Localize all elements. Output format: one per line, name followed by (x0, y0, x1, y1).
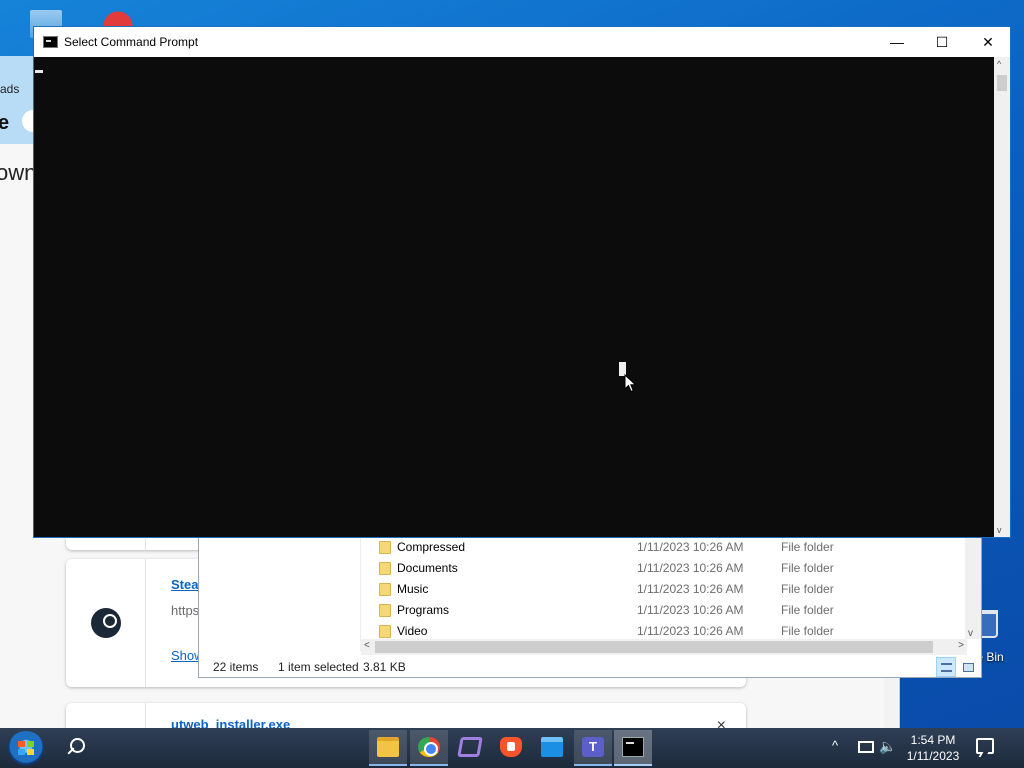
file-type: File folder (781, 624, 834, 638)
show-hidden-icons-chevron-icon[interactable]: ^ (832, 738, 848, 758)
downloads-heading: own (0, 160, 37, 185)
minimize-button[interactable]: — (874, 27, 920, 57)
selection-size: 3.81 KB (363, 660, 406, 674)
file-row[interactable]: Programs 1/11/2023 10:26 AM File folder (379, 602, 959, 623)
file-name: Compressed (397, 540, 466, 554)
file-type: File folder (781, 603, 834, 617)
folder-icon (379, 625, 391, 638)
taskbar-brave[interactable] (492, 730, 530, 766)
file-row[interactable]: Music 1/11/2023 10:26 AM File folder (379, 581, 959, 602)
window-title-bar[interactable]: Select Command Prompt — ☐ ✕ (34, 27, 1010, 57)
console-area[interactable] (34, 57, 994, 537)
file-name: Video (397, 624, 428, 638)
taskbar-teams[interactable]: T (574, 730, 612, 766)
brave-icon (500, 737, 522, 757)
file-explorer-window: Compressed 1/11/2023 10:26 AM File folde… (198, 530, 982, 678)
steam-icon (91, 608, 121, 638)
system-clock[interactable]: 1:54 PM 1/11/2023 (900, 732, 966, 764)
store-icon (541, 737, 563, 757)
file-name: Documents (397, 561, 458, 575)
chrome-icon (418, 737, 440, 757)
file-date: 1/11/2023 10:26 AM (637, 603, 744, 617)
console-vertical-scrollbar[interactable]: ^ v (994, 57, 1010, 537)
window-title: Select Command Prompt (64, 35, 199, 49)
status-bar: 22 items 1 item selected 3.81 KB (199, 657, 981, 677)
clock-time: 1:54 PM (910, 733, 956, 747)
details-view-button[interactable] (936, 657, 956, 677)
scroll-down-arrow[interactable]: v (968, 628, 973, 639)
download-source-url: https (171, 603, 200, 618)
browser-tab-label[interactable]: ads (0, 82, 19, 96)
folder-icon (379, 583, 391, 596)
file-type: File folder (781, 561, 834, 575)
scrollbar-thumb[interactable] (375, 641, 933, 653)
file-date: 1/11/2023 10:26 AM (637, 582, 744, 596)
taskbar-command-prompt[interactable] (614, 730, 652, 766)
file-list-horizontal-scrollbar[interactable]: < > (361, 639, 967, 655)
scroll-down-arrow[interactable]: v (997, 525, 1002, 535)
file-row[interactable]: Compressed 1/11/2023 10:26 AM File folde… (379, 539, 959, 560)
search-icon[interactable] (64, 736, 88, 760)
details-view-icon (941, 663, 952, 672)
folder-icon (379, 562, 391, 575)
clock-date: 1/11/2023 (906, 749, 960, 763)
taskbar-file-explorer[interactable] (369, 730, 407, 766)
download-file-link[interactable]: Stea (171, 577, 198, 592)
file-row[interactable]: Documents 1/11/2023 10:26 AM File folder (379, 560, 959, 581)
maximize-button[interactable]: ☐ (919, 27, 965, 57)
close-button[interactable]: ✕ (965, 27, 1011, 57)
large-icons-view-button[interactable] (958, 657, 978, 677)
volume-icon[interactable]: 🔈 (879, 738, 897, 756)
file-explorer-icon (377, 737, 399, 757)
taskbar-store[interactable] (533, 730, 571, 766)
network-icon[interactable] (856, 739, 874, 755)
file-date: 1/11/2023 10:26 AM (637, 561, 744, 575)
file-date: 1/11/2023 10:26 AM (637, 624, 744, 638)
scroll-left-arrow[interactable]: < (364, 640, 370, 651)
folder-icon (379, 541, 391, 554)
navigation-pane[interactable] (199, 531, 361, 651)
action-center-icon[interactable] (976, 738, 994, 754)
download-icon-column (66, 559, 146, 687)
file-type: File folder (781, 540, 834, 554)
file-type: File folder (781, 582, 834, 596)
file-name: Music (397, 582, 429, 596)
visual-studio-icon (457, 737, 483, 757)
file-list-vertical-scrollbar[interactable]: v (965, 531, 981, 639)
taskbar-chrome[interactable] (410, 730, 448, 766)
scrollbar-thumb[interactable] (997, 75, 1007, 91)
taskbar: T ^ 🔈 1:54 PM 1/11/2023 (0, 728, 1024, 768)
taskbar-visual-studio[interactable] (451, 730, 489, 766)
teams-icon: T (582, 737, 604, 757)
selection-count: 1 item selected (278, 660, 359, 674)
file-name: Programs (397, 603, 450, 617)
file-date: 1/11/2023 10:26 AM (637, 540, 744, 554)
text-cursor (35, 70, 43, 73)
command-prompt-icon (622, 737, 644, 757)
scroll-right-arrow[interactable]: > (958, 640, 964, 651)
browser-address-fragment: e (0, 112, 10, 134)
scroll-up-arrow[interactable]: ^ (997, 59, 1001, 69)
large-icons-view-icon (963, 663, 974, 672)
mouse-pointer-icon (624, 374, 637, 393)
item-count: 22 items (213, 660, 259, 674)
folder-icon (379, 604, 391, 617)
command-prompt-window: Select Command Prompt — ☐ ✕ ^ v (33, 26, 1011, 538)
start-button[interactable] (8, 731, 44, 765)
command-prompt-icon[interactable] (43, 36, 58, 48)
